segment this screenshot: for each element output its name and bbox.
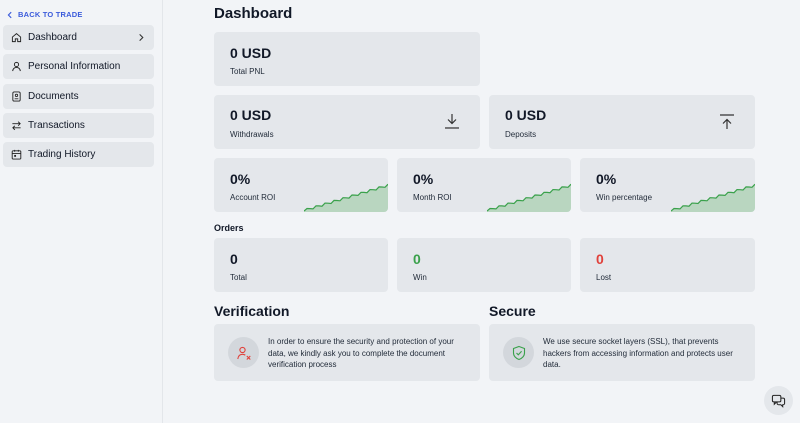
secure-card: We use secure socket layers (SSL), that … [489,324,755,381]
sidebar-item-personal-information[interactable]: Personal Information [3,54,154,79]
orders-lost-value: 0 [596,251,604,267]
orders-total-value: 0 [230,251,238,267]
sidebar-item-label: Dashboard [28,32,77,43]
sidebar: BACK TO TRADE Dashboard Personal Informa… [0,0,163,423]
month-roi-card: 0% Month ROI [397,158,571,212]
total-pnl-value: 0 USD [230,45,272,61]
total-pnl-label: Total PNL [230,67,265,76]
calendar-icon [11,149,22,160]
orders-total-card: 0 Total [214,238,388,292]
chat-button[interactable] [764,386,793,415]
sidebar-item-transactions[interactable]: Transactions [3,113,154,138]
sidebar-item-label: Transactions [28,120,85,131]
user-x-icon [228,337,259,368]
sidebar-item-dashboard[interactable]: Dashboard [3,25,154,50]
sparkline [304,183,388,212]
chevron-right-icon [139,33,144,42]
account-roi-label: Account ROI [230,193,276,202]
deposits-label: Deposits [505,130,537,139]
verification-text: In order to ensure the security and prot… [268,337,454,369]
sparkline [671,183,755,212]
win-percentage-label: Win percentage [596,193,653,202]
account-roi-card: 0% Account ROI [214,158,388,212]
home-icon [11,32,22,43]
back-to-trade-label: BACK TO TRADE [18,10,83,19]
document-icon [11,91,22,102]
sidebar-item-trading-history[interactable]: Trading History [3,142,154,167]
orders-win-card: 0 Win [397,238,571,292]
month-roi-value: 0% [413,171,434,187]
user-icon [11,61,22,72]
verification-heading: Verification [214,303,290,319]
withdrawals-value: 0 USD [230,107,272,123]
upload-icon [720,114,734,129]
page-title: Dashboard [214,5,293,22]
win-percentage-card: 0% Win percentage [580,158,755,212]
month-roi-label: Month ROI [413,193,452,202]
account-roi-value: 0% [230,171,251,187]
sidebar-item-label: Documents [28,91,79,102]
deposits-value: 0 USD [505,107,547,123]
orders-heading: Orders [214,223,244,233]
orders-win-value: 0 [413,251,421,267]
sidebar-item-label: Personal Information [28,61,121,72]
orders-win-label: Win [413,273,427,282]
sidebar-item-label: Trading History [28,149,96,160]
orders-lost-label: Lost [596,273,612,282]
chevron-left-icon [7,11,12,18]
total-pnl-card: 0 USD Total PNL [214,32,480,86]
transfer-icon [11,120,22,131]
shield-check-icon [503,337,534,368]
chat-icon [771,394,786,408]
orders-total-label: Total [230,273,247,282]
withdrawals-card[interactable]: 0 USD Withdrawals [214,95,480,149]
win-percentage-value: 0% [596,171,617,187]
download-icon [445,114,459,129]
withdrawals-label: Withdrawals [230,130,274,139]
secure-heading: Secure [489,303,536,319]
orders-lost-card: 0 Lost [580,238,755,292]
sparkline [487,183,571,212]
back-to-trade-link[interactable]: BACK TO TRADE [6,10,83,19]
secure-text: We use secure socket layers (SSL), that … [543,337,733,369]
verification-card[interactable]: In order to ensure the security and prot… [214,324,480,381]
deposits-card[interactable]: 0 USD Deposits [489,95,755,149]
sidebar-item-documents[interactable]: Documents [3,84,154,109]
